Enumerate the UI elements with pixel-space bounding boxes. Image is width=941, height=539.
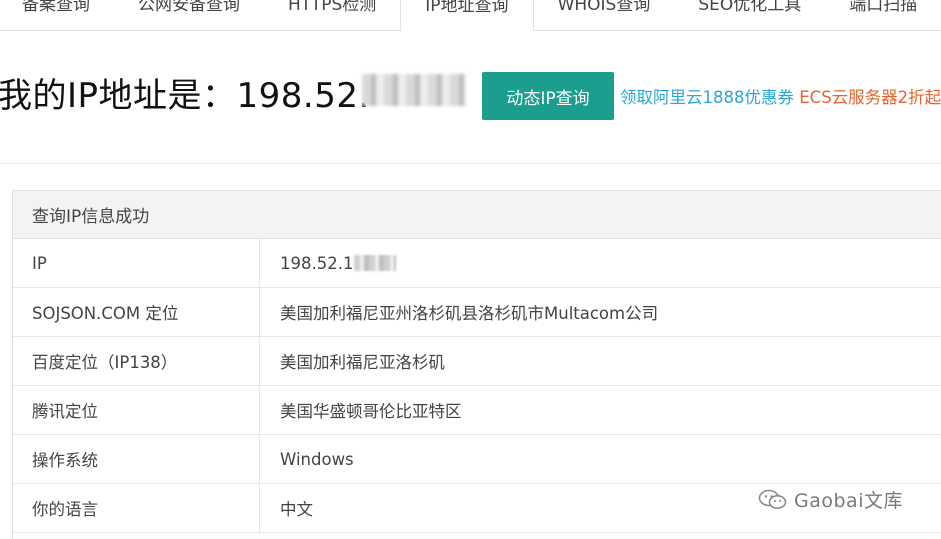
row-value: 198.52.1 — [260, 239, 941, 287]
divider — [0, 163, 941, 164]
table-row: 腾讯定位 美国华盛顿哥伦比亚特区 — [13, 386, 941, 435]
table-row: IP 198.52.1 — [13, 239, 941, 288]
row-value: 美国加利福尼亚洛杉矶 — [280, 353, 445, 372]
ip-value-redaction — [354, 255, 397, 271]
promo-ecs-text[interactable]: ECS云服务器2折起 — [794, 88, 941, 107]
ip-value: 198.52.1 — [280, 253, 354, 273]
tab-beian[interactable]: 备案查询 — [0, 0, 114, 30]
row-value: 美国加利福尼亚州洛杉矶县洛杉矶市Multacom公司 — [280, 304, 659, 323]
tab-whois[interactable]: WHOIS查询 — [534, 0, 675, 30]
tab-seo-tools[interactable]: SEO优化工具 — [674, 0, 825, 30]
tab-label: 备案查询 — [22, 0, 90, 15]
watermark: Gaobai文库 — [758, 486, 903, 513]
page: 备案查询 公网安备查询 HTTPS检测 IP地址查询 WHOIS查询 SEO优化… — [0, 0, 941, 539]
tab-ip-lookup[interactable]: IP地址查询 — [400, 0, 534, 31]
tab-port-scan[interactable]: 端口扫描 — [825, 0, 941, 30]
tab-label: 公网安备查询 — [138, 0, 240, 15]
table-row: 操作系统 Windows — [13, 435, 941, 484]
row-label: SOJSON.COM 定位 — [13, 288, 260, 336]
row-value: Windows — [280, 449, 354, 469]
table-row: SOJSON.COM 定位 美国加利福尼亚州洛杉矶县洛杉矶市Multacom公司 — [13, 288, 941, 337]
tab-label: 端口扫描 — [849, 0, 918, 15]
tab-label: IP地址查询 — [425, 0, 509, 16]
row-label: 腾讯定位 — [13, 386, 260, 434]
row-label: 百度定位（IP138） — [13, 337, 260, 385]
row-label: 你的语言 — [13, 484, 260, 532]
dynamic-ip-query-button[interactable]: 动态IP查询 — [482, 72, 614, 120]
ip-redaction-mask — [362, 74, 466, 106]
panel-title: 查询IP信息成功 — [13, 191, 941, 239]
tool-tabs: 备案查询 公网安备查询 HTTPS检测 IP地址查询 WHOIS查询 SEO优化… — [0, 0, 941, 31]
watermark-text: Gaobai文库 — [794, 490, 903, 512]
row-label: 操作系统 — [13, 435, 260, 483]
tab-https-check[interactable]: HTTPS检测 — [264, 0, 400, 30]
tab-label: HTTPS检测 — [288, 0, 377, 15]
tab-label: SEO优化工具 — [698, 0, 802, 15]
my-ip-heading: 我的IP地址是：198.52. — [0, 76, 370, 116]
row-label: IP — [13, 239, 260, 287]
tab-gongwang-beian[interactable]: 公网安备查询 — [114, 0, 264, 30]
table-row: 百度定位（IP138） 美国加利福尼亚洛杉矶 — [13, 337, 941, 386]
promo-link[interactable]: 领取阿里云1888优惠券 ECS云服务器2折起 — [620, 84, 941, 108]
wechat-icon — [758, 489, 787, 509]
tab-label: WHOIS查询 — [557, 0, 651, 15]
row-value: 美国华盛顿哥伦比亚特区 — [280, 402, 462, 421]
promo-coupon-text[interactable]: 领取阿里云1888优惠券 — [620, 88, 794, 107]
